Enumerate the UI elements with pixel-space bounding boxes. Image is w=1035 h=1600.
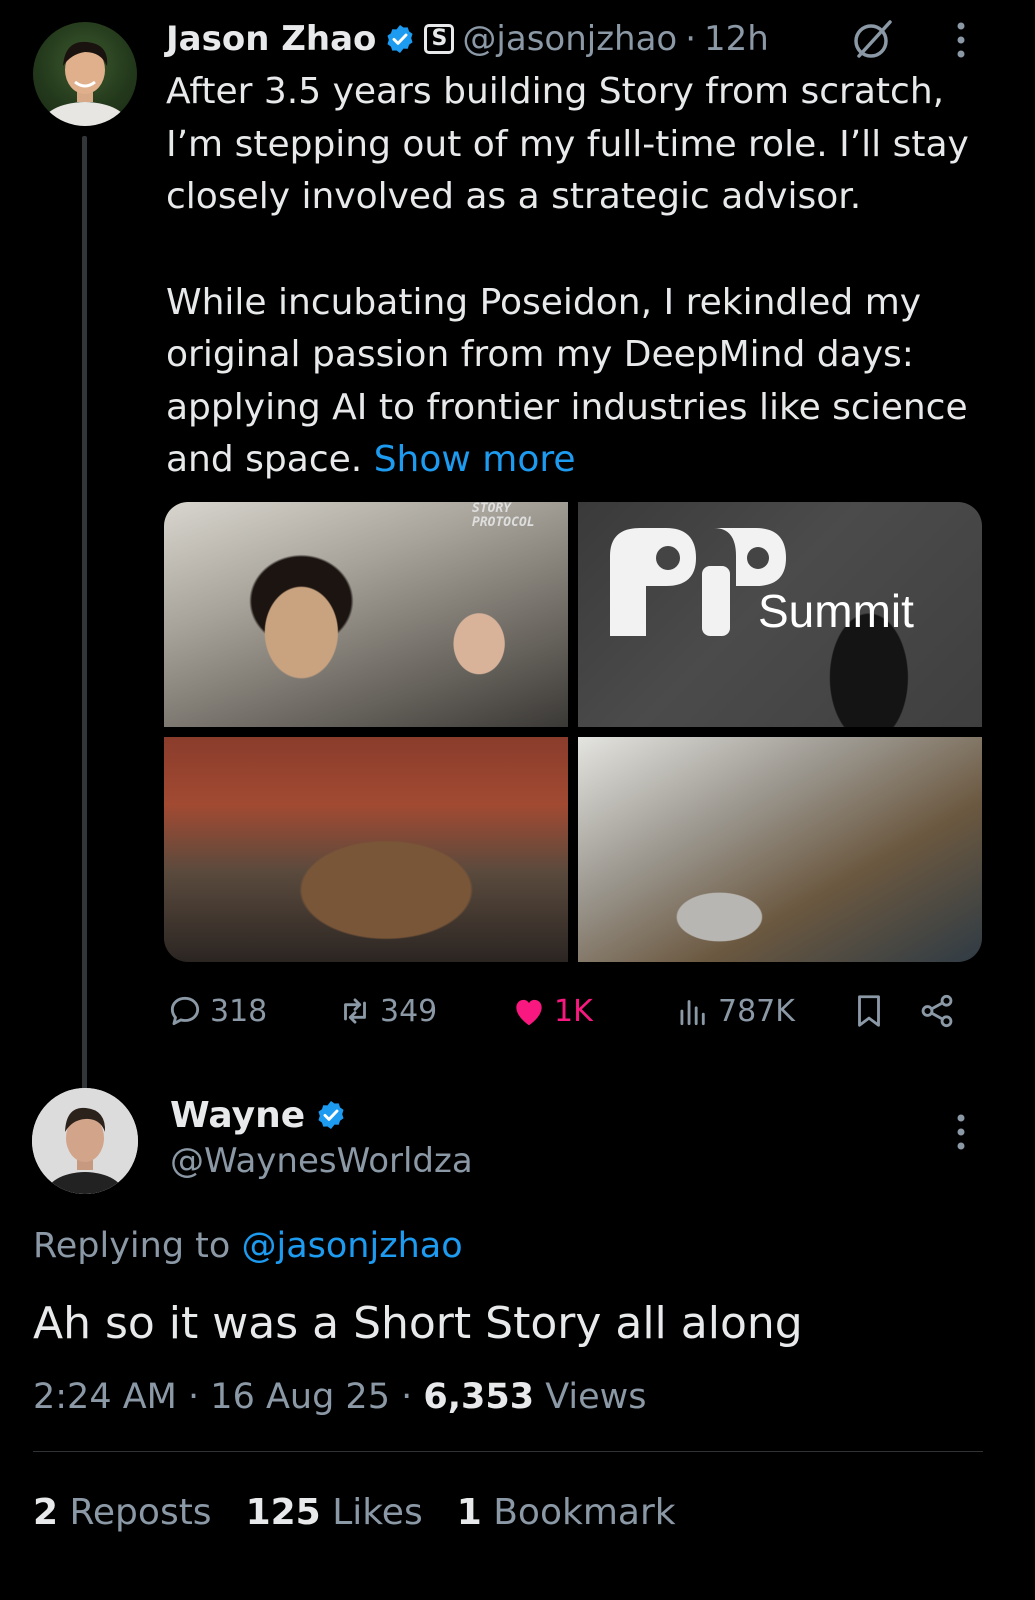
avatar-person-icon: [41, 41, 129, 126]
tweet-line: closely involved as a strategic advisor.: [166, 176, 862, 217]
photo-summit-stage[interactable]: Summit: [578, 502, 982, 727]
reply-date[interactable]: 16 Aug 25: [210, 1377, 390, 1417]
thread-line: [82, 136, 87, 1101]
more-options-icon[interactable]: [954, 20, 968, 60]
share-button[interactable]: [918, 988, 956, 1034]
views-button[interactable]: 787K: [674, 988, 795, 1034]
repost-icon: [344, 998, 366, 1024]
reply-views-label: Views: [545, 1377, 647, 1417]
reply-stats: 2 Reposts 125 Likes 1 Bookmark: [33, 1488, 676, 1538]
reply-icon: [170, 996, 200, 1026]
bookmarks-count: 1: [456, 1492, 482, 1533]
reply-views-count: 6,353: [423, 1377, 535, 1417]
verified-badge-icon: [387, 25, 413, 53]
views-chart-icon: [680, 1000, 705, 1026]
tweet-line: original passion from my DeepMind days:: [166, 334, 914, 375]
likes-count: 125: [245, 1492, 321, 1533]
avatar-wayne[interactable]: [32, 1088, 138, 1194]
like-count: 1K: [554, 993, 593, 1029]
tweet-text: After 3.5 years building Story from scra…: [166, 66, 996, 487]
repost-button[interactable]: 349: [336, 988, 437, 1034]
reply-text: Ah so it was a Short Story all along: [33, 1298, 803, 1349]
reply-time[interactable]: 2:24 AM: [33, 1377, 177, 1417]
replying-to-mention[interactable]: @jasonjzhao: [241, 1226, 462, 1266]
tweet-line: After 3.5 years building Story from scra…: [166, 71, 945, 112]
tweet-line: While incubating Poseidon, I rekindled m…: [166, 281, 922, 323]
bookmark-button[interactable]: [850, 988, 888, 1034]
divider: [33, 1451, 983, 1452]
views-count: 787K: [718, 993, 795, 1029]
reposts-stat[interactable]: 2 Reposts: [33, 1488, 212, 1538]
photo-team-dinner[interactable]: [164, 737, 568, 962]
summit-banner-text: Summit: [758, 585, 914, 637]
separator: ·: [188, 1377, 200, 1417]
tweet-actions: 318 349 1K 787K: [166, 988, 966, 1034]
reply-author-name[interactable]: Wayne: [170, 1095, 305, 1136]
post-time[interactable]: 12h: [704, 19, 769, 59]
bookmarks-label: Bookmark: [493, 1492, 676, 1533]
tweet-line-last: and space. Show more: [166, 434, 996, 487]
media-grid: STORY PROTOCOL Summit: [164, 502, 982, 962]
replying-to: Replying to @jasonjzhao: [33, 1222, 463, 1270]
photo-team-laptops[interactable]: [578, 737, 982, 962]
tweet-thread: Jason Zhao S @jasonjzhao · 12h After 3.5…: [0, 0, 1035, 1600]
photo-team-office[interactable]: STORY PROTOCOL: [164, 502, 568, 727]
tweet-line: I’m stepping out of my full-time role. I…: [166, 123, 969, 165]
reply-button[interactable]: 318: [166, 988, 267, 1034]
reply-meta: 2:24 AM · 16 Aug 25 · 6,353 Views: [33, 1372, 647, 1422]
reply-author-handle[interactable]: @WaynesWorldza: [170, 1138, 473, 1184]
separator: ·: [685, 19, 697, 59]
tweet-line: applying AI to frontier industries like …: [166, 386, 968, 428]
bookmarks-stat[interactable]: 1 Bookmark: [457, 1488, 676, 1538]
reply-count: 318: [210, 993, 268, 1029]
bookmark-icon: [858, 995, 880, 1027]
separator: ·: [401, 1377, 413, 1417]
avatar-jason-zhao[interactable]: [33, 22, 137, 126]
more-options-icon[interactable]: [954, 1112, 968, 1152]
share-icon: [921, 994, 953, 1028]
affiliate-badge-icon: S: [424, 24, 455, 54]
reposts-count: 2: [33, 1492, 59, 1533]
like-button[interactable]: 1K: [510, 988, 593, 1034]
grok-icon[interactable]: [850, 16, 896, 62]
reposts-label: Reposts: [69, 1492, 212, 1533]
avatar-person-icon: [32, 1088, 138, 1194]
author-name[interactable]: Jason Zhao: [166, 19, 376, 59]
office-sign-text: STORY PROTOCOL: [472, 502, 535, 530]
tweet-line-end: and space.: [166, 439, 363, 480]
author-handle[interactable]: @jasonjzhao: [462, 19, 677, 59]
replying-to-label: Replying to: [33, 1226, 231, 1266]
verified-badge-icon: [318, 1101, 344, 1129]
show-more-link[interactable]: Show more: [374, 439, 576, 480]
repost-count: 349: [380, 993, 438, 1029]
tweet-header: Jason Zhao S @jasonjzhao · 12h: [166, 14, 769, 64]
reply-header: Wayne: [170, 1090, 347, 1140]
likes-stat[interactable]: 125 Likes: [246, 1488, 423, 1538]
heart-filled-icon: [516, 999, 542, 1026]
likes-label: Likes: [332, 1492, 423, 1533]
